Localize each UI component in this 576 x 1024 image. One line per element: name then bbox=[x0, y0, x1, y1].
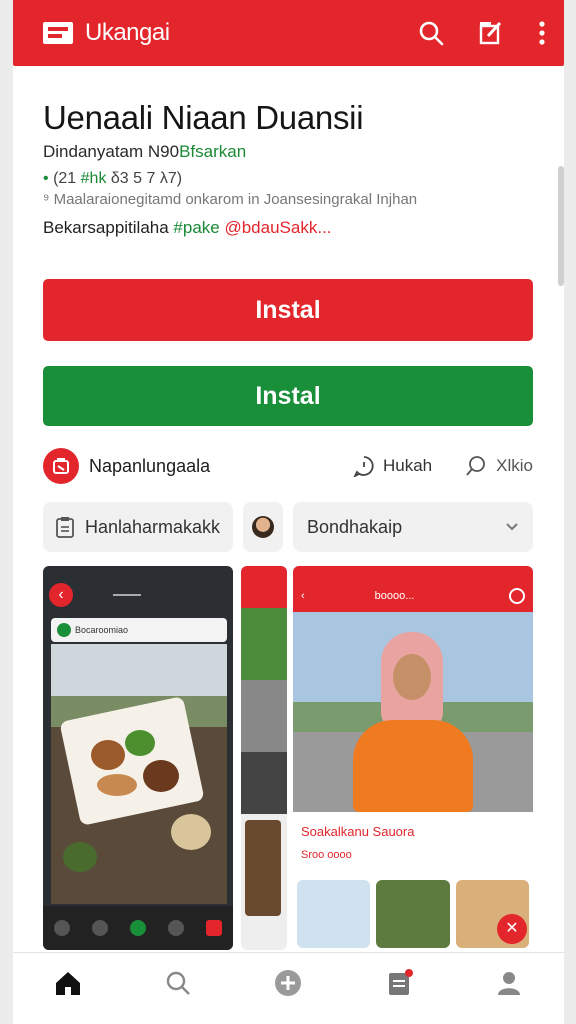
card-logo-icon bbox=[57, 623, 71, 637]
plate bbox=[59, 696, 205, 826]
chevron-down-icon bbox=[506, 523, 518, 531]
screenshot-header: ‹ boooo... bbox=[293, 580, 533, 612]
chip-category-label: Hanlaharmakakk bbox=[85, 516, 221, 537]
notification-dot bbox=[404, 968, 413, 977]
tag-green[interactable]: #pake bbox=[173, 218, 219, 237]
install-button-secondary[interactable]: Instal bbox=[43, 366, 533, 426]
screenshot-header-title: boooo... bbox=[374, 590, 415, 602]
avatar bbox=[252, 516, 274, 538]
close-icon[interactable]: ✕ bbox=[497, 914, 527, 944]
screenshot-tabbar bbox=[43, 906, 233, 950]
screenshot-3[interactable]: ‹ boooo... Soakalkanu Sauora Sroo oooo ✕ bbox=[293, 566, 533, 950]
food-photo bbox=[51, 644, 227, 904]
screenshot-carousel[interactable]: ‹ Bocaroomiao ‹ boooo... Soakalkanu Sauo… bbox=[43, 566, 533, 950]
back-icon: ‹ bbox=[49, 583, 73, 607]
search-icon[interactable] bbox=[158, 963, 198, 1003]
tag-red[interactable]: @bdauSakk... bbox=[220, 218, 331, 237]
screenshot-info: Soakalkanu Sauora Sroo oooo ✕ bbox=[293, 818, 533, 950]
person-photo bbox=[293, 612, 533, 812]
app-name: Ukangai bbox=[85, 19, 170, 46]
chip-category[interactable]: Hanlaharmakakk bbox=[43, 502, 233, 552]
app-description: ⁹ Maalaraionegitamd onkarom in Joansesin… bbox=[43, 191, 417, 208]
header-dash bbox=[113, 594, 141, 596]
meta-rest: δ3 5 7 λ7) bbox=[106, 170, 183, 187]
meta-dot: • bbox=[43, 170, 49, 187]
thumbnail-row bbox=[297, 880, 529, 948]
screenshot-card-label: Bocaroomiao bbox=[75, 625, 129, 635]
install-button-primary[interactable]: Instal bbox=[43, 279, 533, 341]
developer-name[interactable]: Napanlungaala bbox=[89, 456, 210, 477]
chip-avatar[interactable] bbox=[243, 502, 283, 552]
edit-icon[interactable] bbox=[478, 20, 504, 46]
meta-green: #hk bbox=[80, 170, 107, 187]
more-vert-icon[interactable] bbox=[538, 20, 546, 46]
screenshot-2[interactable] bbox=[241, 566, 287, 950]
app-subtitle: Dindanyatam N90Bfsarkan bbox=[43, 142, 246, 162]
chip-dropdown-label: Bondhakaip bbox=[307, 516, 403, 537]
stat-comments-label: Hukah bbox=[383, 456, 433, 475]
food-thumb bbox=[245, 820, 281, 916]
stat-reviews[interactable]: Xlkio bbox=[464, 455, 533, 477]
subtitle-prefix: Dindanyatam N90 bbox=[43, 142, 180, 161]
library-icon[interactable] bbox=[379, 963, 419, 1003]
record-icon bbox=[509, 588, 525, 604]
bottom-navigation bbox=[13, 952, 564, 1012]
status-bar bbox=[293, 566, 533, 580]
screenshot-header bbox=[241, 580, 287, 608]
chip-dropdown[interactable]: Bondhakaip bbox=[293, 502, 533, 552]
screenshot-name: Soakalkanu Sauora bbox=[301, 824, 415, 839]
app-details-sheet: Uenaali Niaan Duansii Dindanyatam N90Bfs… bbox=[13, 66, 564, 1024]
chip-row: Hanlaharmakakk Bondhakaip bbox=[43, 502, 533, 552]
developer-row: Napanlungaala Hukah Xlkio bbox=[43, 446, 533, 486]
developer-logo-icon[interactable] bbox=[43, 448, 79, 484]
meta-line: (21 bbox=[53, 170, 81, 187]
home-icon[interactable] bbox=[48, 963, 88, 1003]
street-photo bbox=[241, 608, 287, 814]
app-title: Uenaali Niaan Duansii bbox=[43, 99, 364, 136]
add-icon[interactable] bbox=[268, 963, 308, 1003]
clipboard-icon bbox=[56, 517, 74, 538]
app-logo-icon bbox=[43, 18, 77, 48]
screenshot-1[interactable]: ‹ Bocaroomiao bbox=[43, 566, 233, 950]
app-meta: • (21 #hk δ3 5 7 λ7) bbox=[43, 170, 182, 188]
screenshot-card: Bocaroomiao bbox=[51, 618, 227, 642]
scrollbar[interactable] bbox=[558, 166, 564, 286]
description-text: Maalaraionegitamd onkarom in Joansesingr… bbox=[53, 191, 418, 208]
comment-icon bbox=[353, 456, 374, 477]
top-app-bar: Ukangai bbox=[13, 0, 564, 66]
chat-bubble-icon bbox=[466, 456, 486, 476]
status-bar bbox=[43, 566, 233, 580]
screenshot-meta: Sroo oooo bbox=[301, 849, 352, 861]
back-icon: ‹ bbox=[301, 590, 305, 602]
status-bar bbox=[241, 566, 287, 580]
stat-comments[interactable]: Hukah bbox=[353, 455, 432, 477]
profile-icon[interactable] bbox=[489, 963, 529, 1003]
stat-reviews-label: Xlkio bbox=[496, 456, 533, 475]
subtitle-green: Bfsarkan bbox=[179, 142, 247, 161]
search-icon[interactable] bbox=[418, 20, 444, 46]
tags-prefix: Bekarsappitilaha bbox=[43, 218, 174, 237]
description-mark: ⁹ bbox=[43, 191, 54, 208]
app-tags: Bekarsappitilaha #pake @bdauSakk... bbox=[43, 218, 332, 238]
person bbox=[353, 632, 473, 812]
